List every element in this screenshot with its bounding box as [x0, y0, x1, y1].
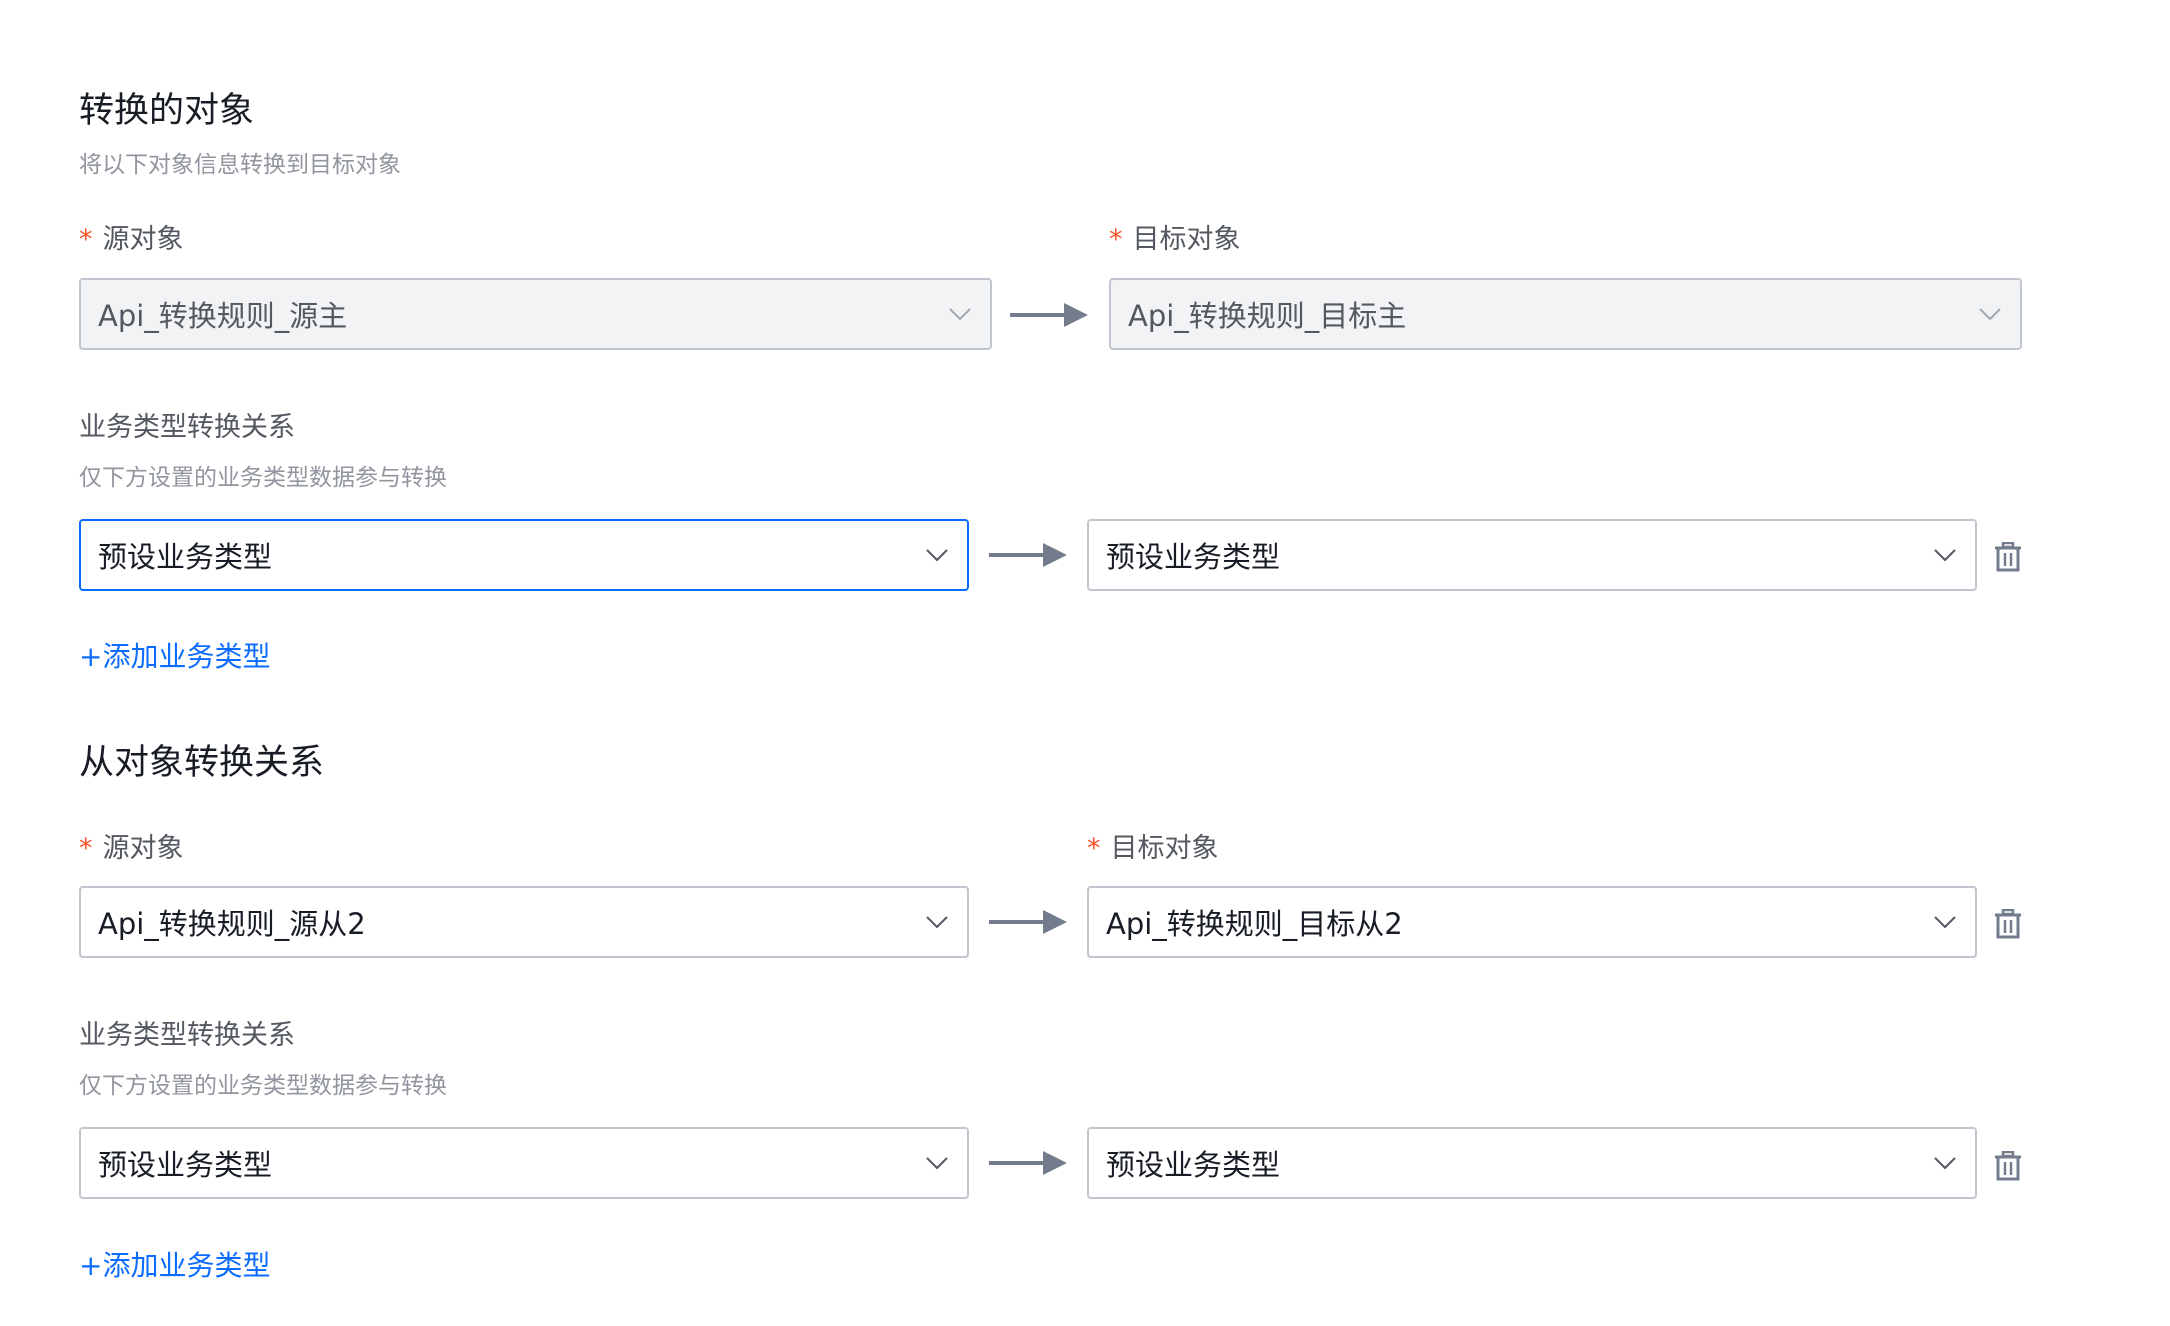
- chevron-down-icon: [924, 1150, 950, 1176]
- section-title-main: 转换的对象: [79, 91, 255, 131]
- detail-source-object-select[interactable]: Api_转换规则_源从2: [79, 886, 969, 958]
- detail-add-biz-type-button[interactable]: +添加业务类型: [79, 1252, 270, 1280]
- detail-biz-type-target-select[interactable]: 预设业务类型: [1087, 1127, 1977, 1199]
- trash-icon[interactable]: [1994, 542, 2022, 572]
- section-subtitle-main: 将以下对象信息转换到目标对象: [79, 152, 401, 178]
- biz-type-target-select[interactable]: 预设业务类型: [1087, 519, 1977, 591]
- detail-source-object-label-text: 源对象: [102, 833, 184, 864]
- detail-biz-type-target-value: 预设业务类型: [1106, 1148, 1281, 1182]
- arrow-right-icon: [989, 1151, 1067, 1175]
- biz-type-target-value: 预设业务类型: [1106, 540, 1281, 574]
- chevron-down-icon: [1977, 301, 2003, 327]
- detail-source-object-value: Api_转换规则_源从2: [98, 907, 366, 941]
- chevron-down-icon: [924, 909, 950, 935]
- detail-source-object-label: * 源对象: [79, 835, 184, 862]
- detail-biz-type-mapping-subtitle: 仅下方设置的业务类型数据参与转换: [79, 1073, 447, 1099]
- arrow-right-icon: [1010, 303, 1088, 327]
- chevron-down-icon: [1932, 1150, 1958, 1176]
- detail-target-object-value: Api_转换规则_目标从2: [1106, 907, 1403, 941]
- trash-icon[interactable]: [1994, 909, 2022, 939]
- chevron-down-icon: [947, 301, 973, 327]
- target-object-value: Api_转换规则_目标主: [1128, 299, 1407, 333]
- detail-target-object-label: * 目标对象: [1087, 835, 1219, 862]
- section-title-detail: 从对象转换关系: [79, 743, 325, 783]
- detail-target-object-select[interactable]: Api_转换规则_目标从2: [1087, 886, 1977, 958]
- arrow-right-icon: [989, 543, 1067, 567]
- add-biz-type-button[interactable]: +添加业务类型: [79, 643, 270, 671]
- biz-type-source-select[interactable]: 预设业务类型: [79, 519, 969, 591]
- required-mark: *: [1087, 833, 1101, 864]
- required-mark: *: [79, 224, 93, 255]
- biz-type-mapping-title: 业务类型转换关系: [79, 412, 295, 443]
- trash-icon[interactable]: [1994, 1151, 2022, 1181]
- source-object-label: * 源对象: [79, 226, 184, 253]
- arrow-right-icon: [989, 910, 1067, 934]
- required-mark: *: [1109, 224, 1123, 255]
- chevron-down-icon: [1932, 542, 1958, 568]
- detail-target-object-label-text: 目标对象: [1110, 833, 1219, 864]
- target-object-label: * 目标对象: [1109, 226, 1241, 253]
- chevron-down-icon: [924, 542, 950, 568]
- required-mark: *: [79, 833, 93, 864]
- chevron-down-icon: [1932, 909, 1958, 935]
- detail-biz-type-mapping-title: 业务类型转换关系: [79, 1020, 295, 1051]
- target-object-select[interactable]: Api_转换规则_目标主: [1109, 278, 2022, 350]
- target-object-label-text: 目标对象: [1132, 224, 1241, 255]
- biz-type-source-value: 预设业务类型: [98, 540, 273, 574]
- detail-biz-type-source-select[interactable]: 预设业务类型: [79, 1127, 969, 1199]
- biz-type-mapping-subtitle: 仅下方设置的业务类型数据参与转换: [79, 465, 447, 491]
- source-object-select[interactable]: Api_转换规则_源主: [79, 278, 992, 350]
- detail-biz-type-source-value: 预设业务类型: [98, 1148, 273, 1182]
- source-object-value: Api_转换规则_源主: [98, 299, 348, 333]
- source-object-label-text: 源对象: [102, 224, 184, 255]
